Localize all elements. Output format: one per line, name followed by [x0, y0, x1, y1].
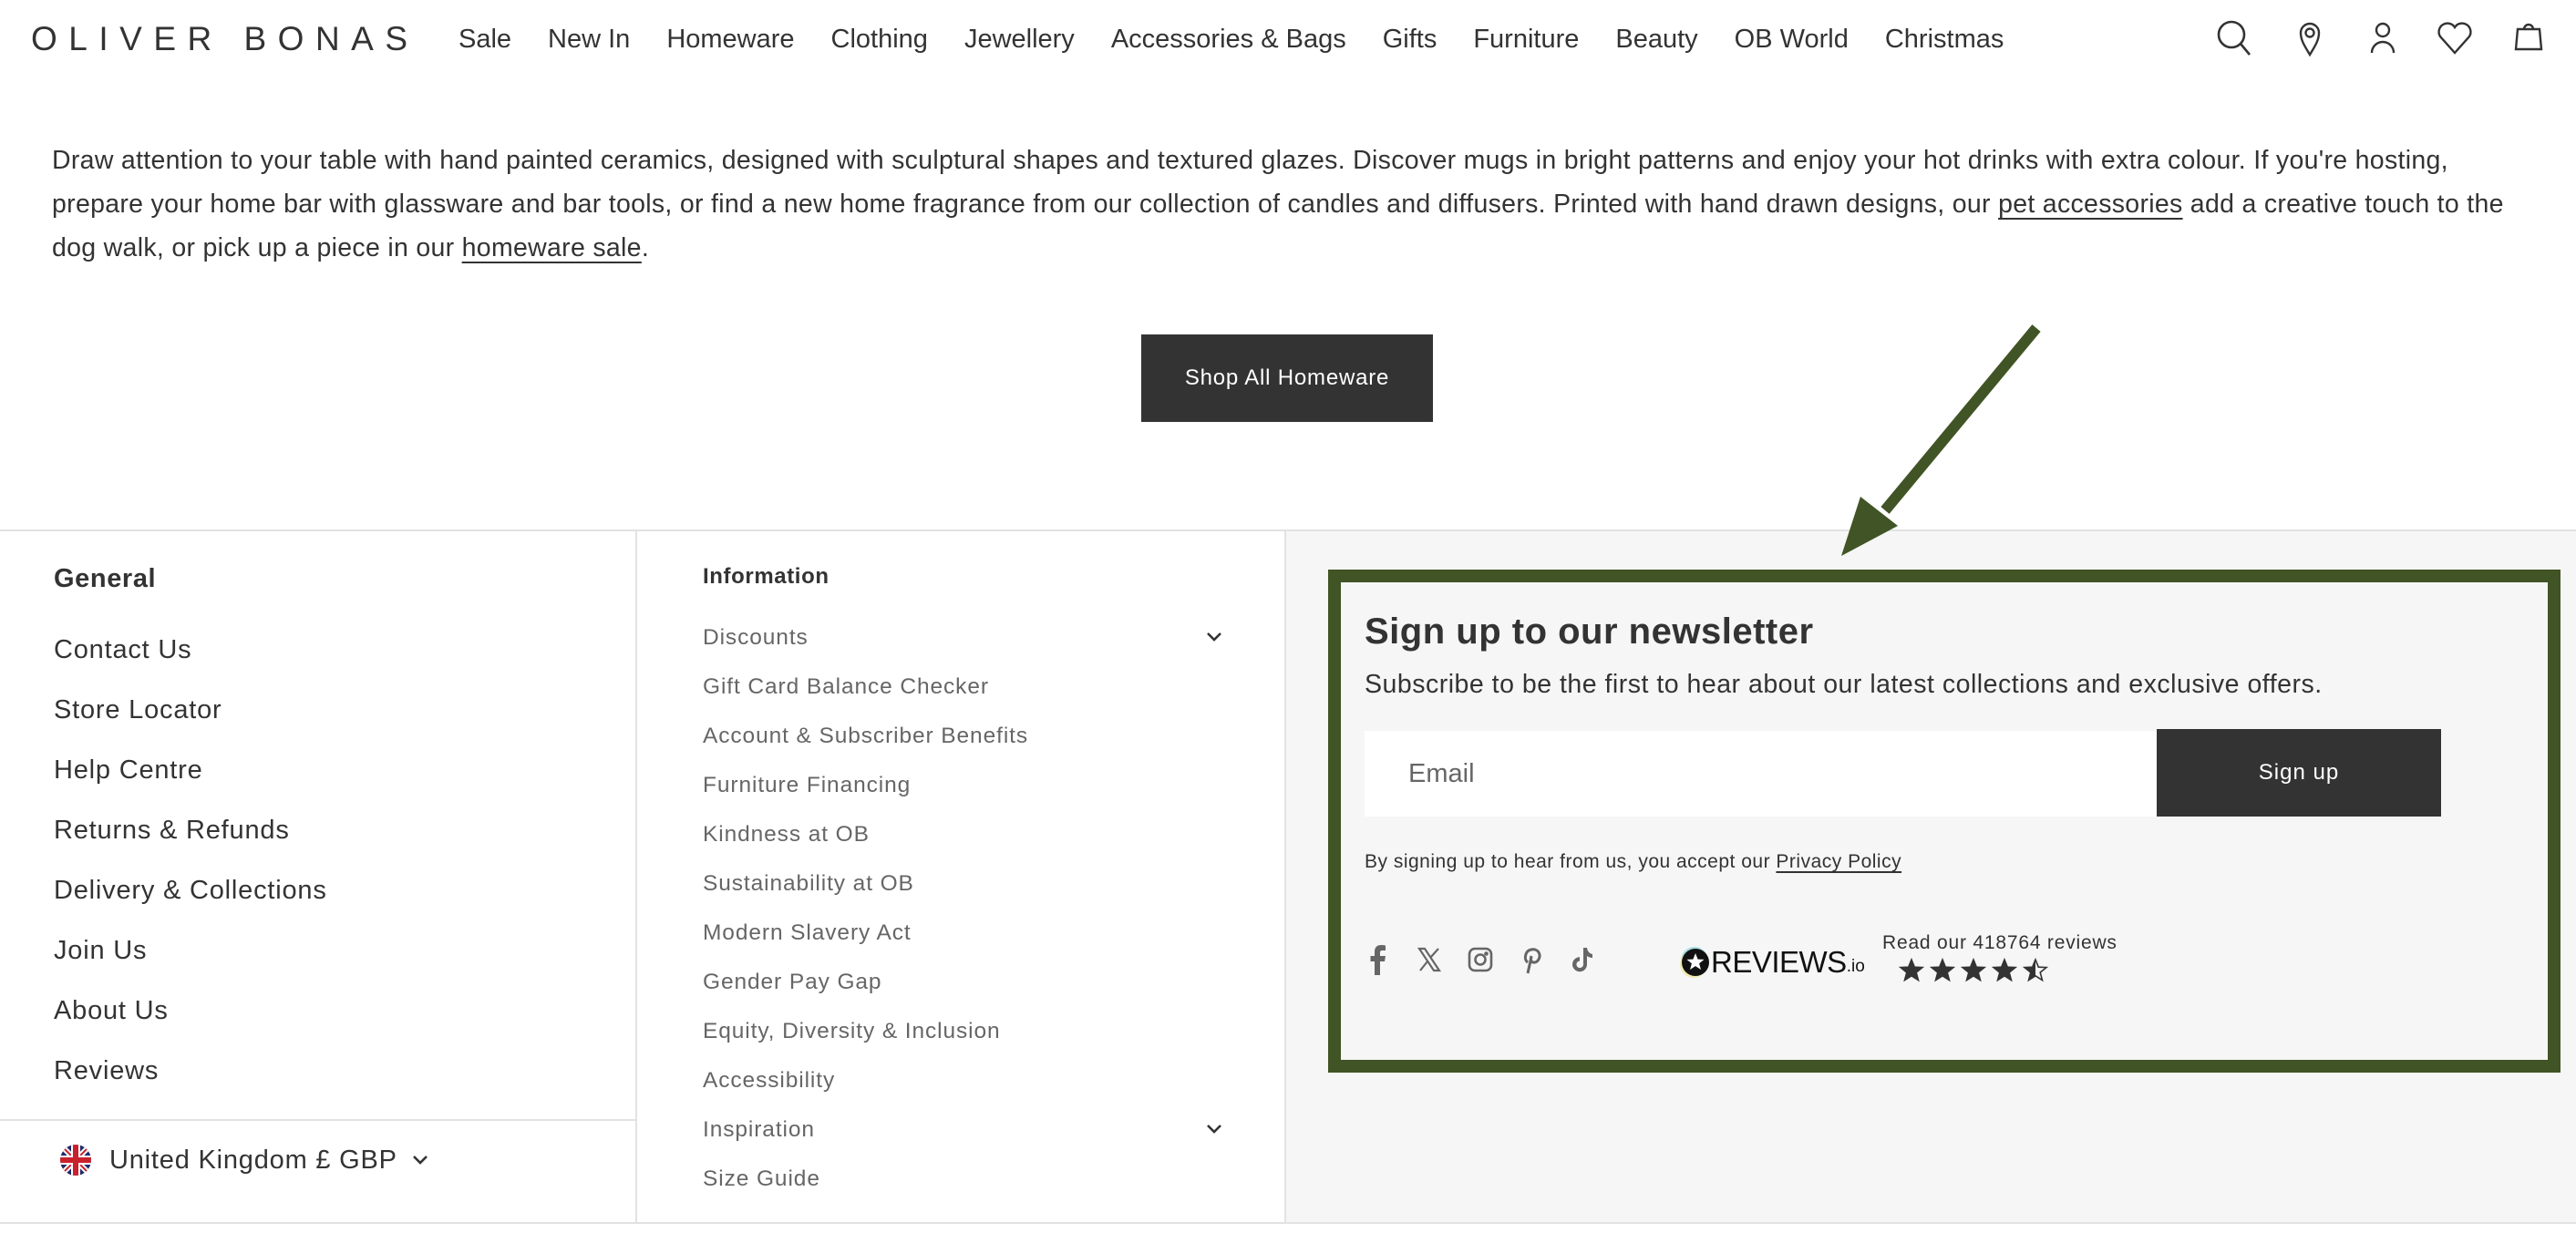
footer-link-reviews[interactable]: Reviews	[54, 1053, 327, 1113]
reviews-io-star-icon	[1682, 949, 1709, 976]
footer-general-column: General Contact Us Store Locator Help Ce…	[0, 531, 637, 1224]
reviews-io-logo[interactable]: REVIEWS .io	[1682, 945, 1865, 980]
nav-item-new-in[interactable]: New In	[548, 25, 630, 55]
nav-item-christmas[interactable]: Christmas	[1885, 25, 2004, 55]
footer-link-delivery-collections[interactable]: Delivery & Collections	[54, 872, 327, 932]
nav-item-accessories-bags[interactable]: Accessories & Bags	[1111, 25, 1346, 55]
general-divider	[0, 1119, 635, 1121]
star-full-icon	[1898, 957, 1925, 988]
footer-link-discounts[interactable]: Discounts	[703, 622, 1222, 672]
rating-stars	[1898, 957, 2049, 988]
general-heading: General	[54, 564, 157, 593]
homeware-description: Draw attention to your table with hand p…	[52, 139, 2531, 270]
main-nav: Sale New In Homeware Clothing Jewellery …	[459, 25, 2040, 55]
search-icon[interactable]	[2215, 18, 2255, 58]
footer-link-modern-slavery-act[interactable]: Modern Slavery Act	[703, 918, 1222, 967]
newsletter-signup-button[interactable]: Sign up	[2157, 729, 2441, 817]
footer-link-accessibility[interactable]: Accessibility	[703, 1065, 1222, 1115]
footer-link-furniture-financing[interactable]: Furniture Financing	[703, 770, 1222, 819]
star-full-icon	[1991, 957, 2018, 988]
newsletter-email-input[interactable]	[1365, 731, 2160, 817]
pinterest-icon[interactable]	[1518, 941, 1569, 978]
inspiration-label: Inspiration	[703, 1117, 815, 1142]
footer-link-about-us[interactable]: About Us	[54, 992, 327, 1053]
country-currency-label: United Kingdom £ GBP	[109, 1145, 397, 1175]
star-full-icon	[1960, 957, 1987, 988]
country-currency-selector[interactable]: United Kingdom £ GBP	[60, 1145, 428, 1176]
footer-link-account-benefits[interactable]: Account & Subscriber Benefits	[703, 721, 1222, 770]
social-links	[1365, 941, 1620, 978]
homeware-sale-link[interactable]: homeware sale	[462, 233, 642, 262]
privacy-policy-link[interactable]: Privacy Policy	[1776, 851, 1901, 872]
footer-link-edi[interactable]: Equity, Diversity & Inclusion	[703, 1016, 1222, 1065]
nav-item-furniture[interactable]: Furniture	[1473, 25, 1579, 55]
site-footer: General Contact Us Store Locator Help Ce…	[0, 529, 2576, 1224]
star-half-icon	[2022, 957, 2049, 988]
nav-item-gifts[interactable]: Gifts	[1383, 25, 1437, 55]
site-header: OLIVER BONAS Sale New In Homeware Clothi…	[0, 0, 2576, 82]
annotation-arrow-shaft	[1880, 324, 2041, 514]
newsletter-highlight-box: Sign up to our newsletter Subscribe to b…	[1328, 570, 2561, 1073]
wishlist-heart-icon[interactable]	[2435, 18, 2475, 58]
nav-item-ob-world[interactable]: OB World	[1735, 25, 1849, 55]
chevron-down-icon	[412, 1156, 428, 1165]
footer-link-returns-refunds[interactable]: Returns & Refunds	[54, 812, 327, 872]
footer-newsletter-column: Sign up to our newsletter Subscribe to b…	[1286, 531, 2576, 1224]
tiktok-icon[interactable]	[1569, 941, 1620, 978]
privacy-notice: By signing up to hear from us, you accep…	[1365, 851, 1901, 873]
nav-item-sale[interactable]: Sale	[459, 25, 511, 55]
footer-link-store-locator[interactable]: Store Locator	[54, 692, 327, 752]
footer-link-help-centre[interactable]: Help Centre	[54, 752, 327, 812]
facebook-icon[interactable]	[1365, 941, 1416, 978]
newsletter-title: Sign up to our newsletter	[1365, 611, 1814, 652]
nav-item-jewellery[interactable]: Jewellery	[964, 25, 1075, 55]
discounts-label: Discounts	[703, 625, 809, 650]
reviews-io-suffix: .io	[1846, 957, 1865, 976]
read-reviews-link[interactable]: Read our 418764 reviews	[1882, 932, 2117, 954]
chevron-down-icon[interactable]	[1206, 1124, 1222, 1135]
nav-item-beauty[interactable]: Beauty	[1615, 25, 1697, 55]
shopping-bag-icon[interactable]	[2509, 16, 2549, 57]
chevron-down-icon[interactable]	[1206, 632, 1222, 642]
footer-link-size-guide[interactable]: Size Guide	[703, 1164, 1222, 1213]
footer-bottom-border	[0, 1222, 2576, 1224]
brand-logo[interactable]: OLIVER BONAS	[31, 20, 419, 58]
account-icon[interactable]	[2363, 18, 2403, 58]
description-text-3: .	[641, 233, 650, 262]
nav-item-clothing[interactable]: Clothing	[831, 25, 928, 55]
footer-link-sustainability[interactable]: Sustainability at OB	[703, 868, 1222, 918]
footer-link-contact-us[interactable]: Contact Us	[54, 632, 327, 692]
information-links: Discounts Gift Card Balance Checker Acco…	[703, 622, 1222, 1213]
pet-accessories-link[interactable]: pet accessories	[1998, 190, 2183, 219]
x-twitter-icon[interactable]	[1416, 941, 1467, 978]
shop-all-homeware-button[interactable]: Shop All Homeware	[1141, 334, 1433, 422]
information-heading: Information	[703, 564, 829, 589]
instagram-icon[interactable]	[1467, 941, 1518, 978]
location-pin-icon[interactable]	[2290, 18, 2330, 58]
reviews-io-wordmark: REVIEWS	[1711, 945, 1847, 979]
footer-link-inspiration[interactable]: Inspiration	[703, 1115, 1222, 1164]
privacy-notice-text: By signing up to hear from us, you accep…	[1365, 851, 1777, 872]
general-links: Contact Us Store Locator Help Centre Ret…	[54, 632, 327, 1113]
footer-link-gender-pay-gap[interactable]: Gender Pay Gap	[703, 967, 1222, 1016]
footer-link-gift-card-balance[interactable]: Gift Card Balance Checker	[703, 672, 1222, 721]
footer-link-join-us[interactable]: Join Us	[54, 932, 327, 992]
star-full-icon	[1929, 957, 1956, 988]
nav-item-homeware[interactable]: Homeware	[666, 25, 794, 55]
newsletter-subtitle: Subscribe to be the first to hear about …	[1365, 670, 2323, 699]
uk-flag-icon	[60, 1145, 91, 1176]
footer-information-column: Information Discounts Gift Card Balance …	[637, 531, 1286, 1224]
footer-link-kindness[interactable]: Kindness at OB	[703, 819, 1222, 868]
